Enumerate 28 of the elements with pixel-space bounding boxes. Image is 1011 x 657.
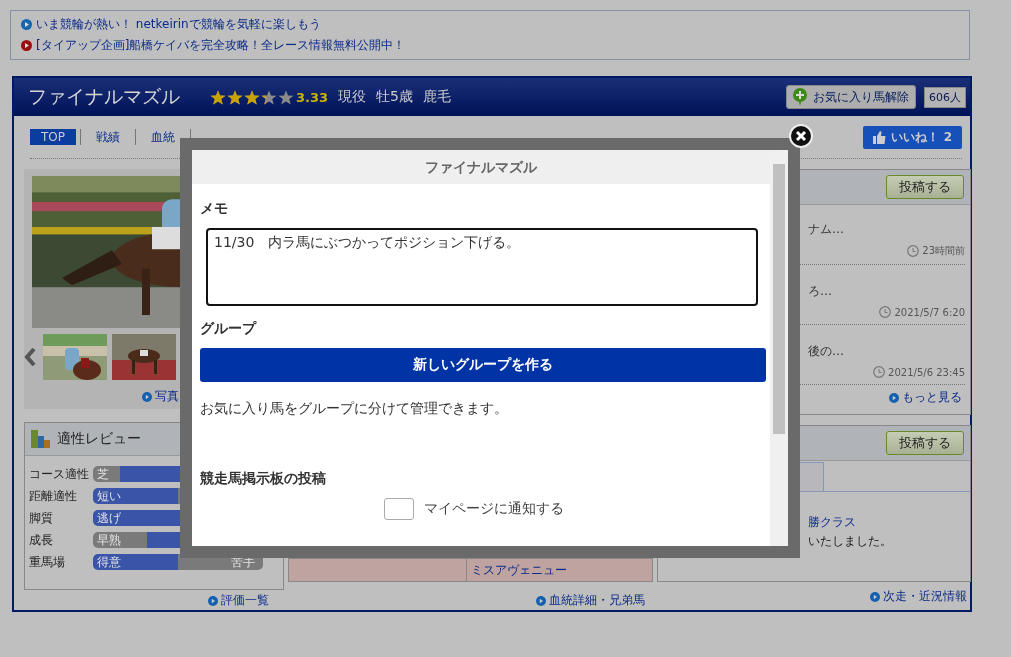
bar-left-label: 早熟 bbox=[97, 532, 121, 548]
horse-sex-age: 牡5歳 bbox=[376, 88, 413, 106]
bar-left-label: 得意 bbox=[97, 554, 121, 570]
bar-left-label: 逃げ bbox=[97, 510, 121, 526]
horse-coat: 鹿毛 bbox=[423, 88, 451, 106]
post-time: 2021/5/7 6:20 bbox=[894, 306, 965, 318]
news-text: いたしました。 bbox=[808, 533, 893, 550]
notify-label: マイページに通知する bbox=[424, 500, 564, 518]
bar-left-label: 芝 bbox=[97, 466, 109, 482]
group-note: お気に入り馬をグループに分けて管理できます。 bbox=[200, 400, 509, 418]
review-label: 脚質 bbox=[29, 509, 54, 527]
horse-status: 現役 bbox=[338, 88, 367, 106]
bar-left-label: 短い bbox=[97, 488, 121, 504]
review-label: 成長 bbox=[29, 531, 54, 549]
review-label: 距離適性 bbox=[29, 487, 78, 505]
review-label: コース適性 bbox=[29, 465, 90, 483]
review-title: 適性レビュー bbox=[57, 430, 141, 448]
pedigree-cell: ミスアヴェニュー bbox=[467, 559, 653, 581]
favorite-count: 606人 bbox=[924, 86, 966, 108]
post-time: 2021/5/6 23:45 bbox=[888, 366, 965, 378]
post-time: 23時間前 bbox=[922, 244, 965, 258]
rating-value: 3.33 bbox=[296, 89, 329, 105]
group-label: グループ bbox=[200, 320, 258, 338]
review-label: 重馬場 bbox=[29, 553, 66, 571]
board-label: 競走馬掲示板の投稿 bbox=[200, 470, 327, 488]
dialog-title: ファイナルマズル bbox=[192, 150, 770, 184]
horse-name: ファイナルマズル bbox=[28, 84, 180, 109]
memo-label: メモ bbox=[200, 200, 229, 218]
